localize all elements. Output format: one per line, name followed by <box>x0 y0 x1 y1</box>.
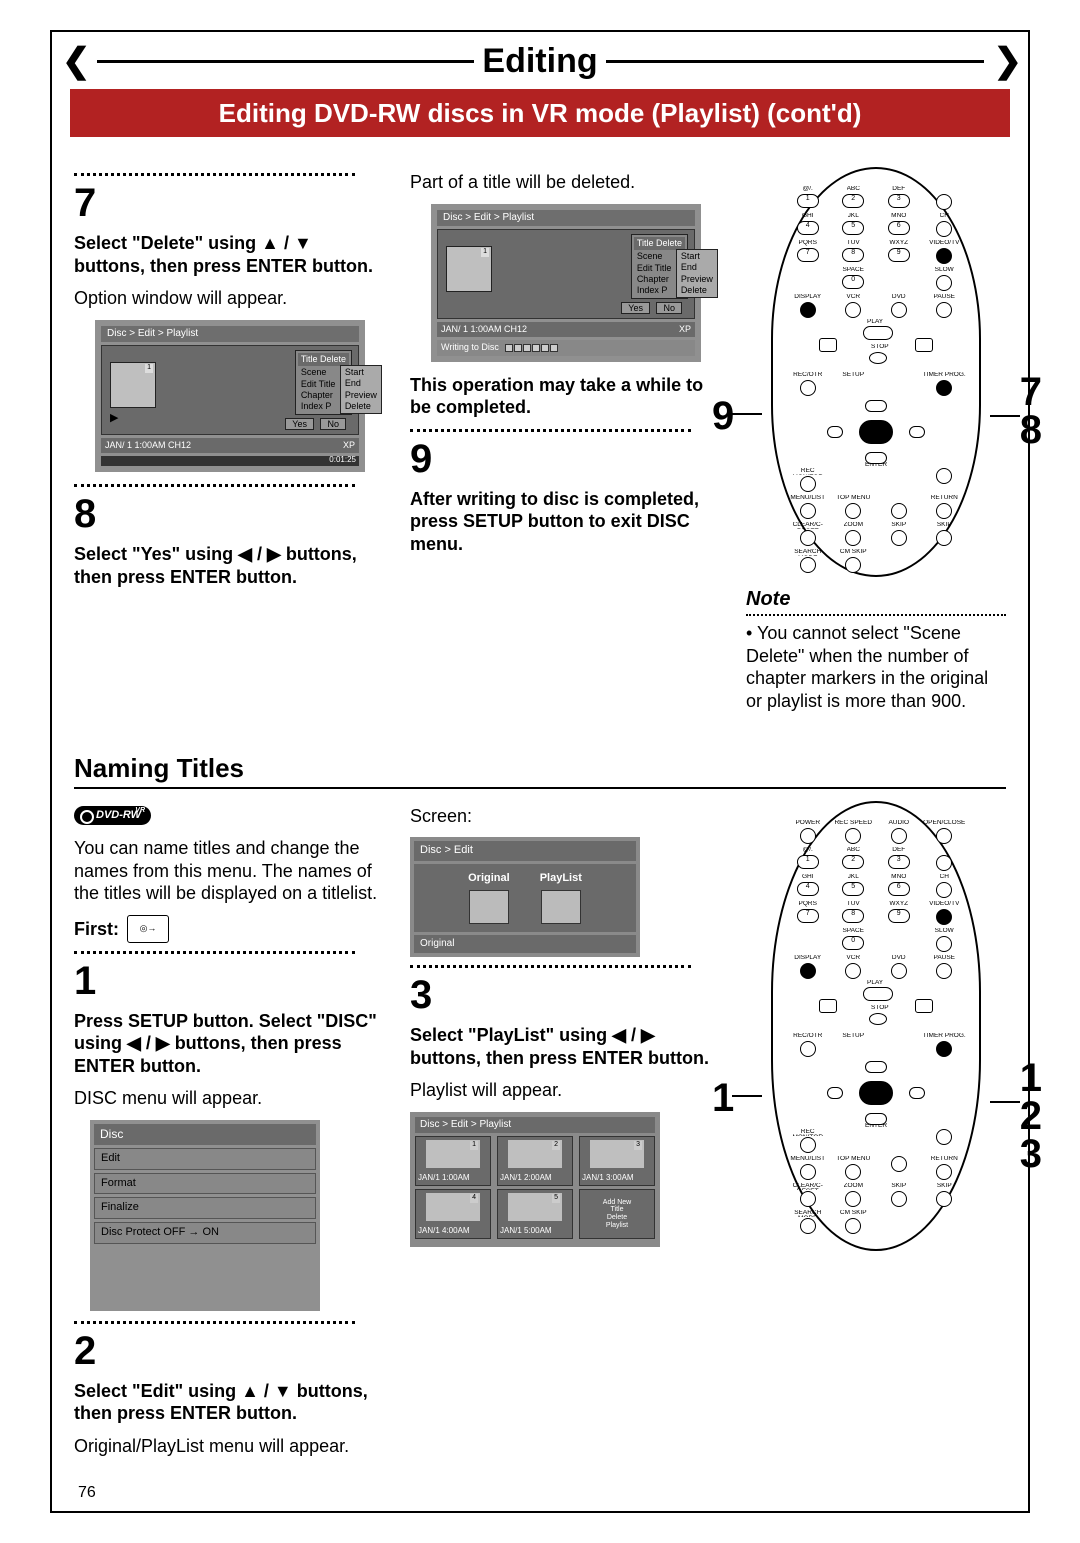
divider <box>74 787 1006 789</box>
callout-9: 9 <box>712 391 734 441</box>
step7-result: Option window will appear. <box>74 287 386 310</box>
dvd-rw-vr-badge: VRDVD-RW <box>74 806 151 826</box>
step2-instruction: Select "Edit" using ▲ / ▼ buttons, then … <box>74 1380 386 1425</box>
naming-intro: You can name titles and change the names… <box>74 837 386 905</box>
divider <box>410 429 691 432</box>
step2-result: Original/PlayList menu will appear. <box>74 1435 386 1458</box>
osd-screenshot-step7: Disc > Edit > Playlist 1 ▶ Title Delete … <box>95 320 365 473</box>
divider <box>746 614 1006 616</box>
first-label: First: <box>74 918 119 941</box>
osd-screenshot-step9: Disc > Edit > Playlist 1 Title Delete Sc… <box>431 204 701 362</box>
callout-1-left: 1 <box>712 1073 734 1123</box>
warning-text: This operation may take a while to be co… <box>410 374 722 419</box>
progress-bar <box>505 344 558 352</box>
callout-123: 1 2 3 <box>1020 1059 1042 1173</box>
step-number-3: 3 <box>410 970 722 1020</box>
chevron-left-ornament: ❮ <box>52 40 97 83</box>
divider <box>74 1321 355 1324</box>
ff-button <box>915 338 933 352</box>
page-number: 76 <box>52 1477 1028 1511</box>
step9-intro: Part of a title will be deleted. <box>410 171 722 194</box>
step7-instruction: Select "Delete" using ▲ / ▼ buttons, the… <box>74 232 386 277</box>
rew-button <box>819 338 837 352</box>
screen-label: Screen: <box>410 805 722 828</box>
divider <box>410 965 691 968</box>
note-heading: Note <box>746 587 1006 612</box>
step-number-9: 9 <box>410 434 722 484</box>
play-icon: ▶ <box>110 412 118 426</box>
section-heading: Naming Titles <box>74 752 1006 785</box>
insert-disc-icon: ◎→ <box>127 915 169 943</box>
rule <box>606 60 984 63</box>
step-number-2: 2 <box>74 1326 386 1376</box>
step3-instruction: Select "PlayList" using ◀ / ▶ buttons, t… <box>410 1024 722 1069</box>
remote-control-diagram: @/.1 ABC2 DEF3 GHI4 JKL5 MNO6 CH PQRS7 T… <box>771 167 981 577</box>
disc-menu-screenshot: Disc Edit Format Finalize Disc Protect O… <box>90 1120 320 1311</box>
step9-instruction: After writing to disc is completed, pres… <box>410 488 722 556</box>
original-playlist-screenshot: Disc > Edit Original PlayList Original <box>410 837 640 957</box>
playlist-grid-screenshot: Disc > Edit > Playlist 1JAN/1 1:00AM 2JA… <box>410 1112 660 1248</box>
navigation-pad <box>821 400 931 464</box>
play-button <box>863 326 893 340</box>
step-number-8: 8 <box>74 489 386 539</box>
step-number-7: 7 <box>74 178 386 228</box>
rule <box>97 60 475 63</box>
no-button: No <box>320 418 346 430</box>
divider <box>74 484 355 487</box>
section-subtitle-bar: Editing DVD-RW discs in VR mode (Playlis… <box>70 89 1010 138</box>
enter-button <box>859 420 893 444</box>
stop-button <box>869 352 887 364</box>
chevron-right-ornament: ❯ <box>984 40 1029 83</box>
callout-7-8: 7 8 <box>1020 373 1042 449</box>
note-text: • You cannot select "Scene Delete" when … <box>746 622 1006 712</box>
step8-instruction: Select "Yes" using ◀ / ▶ buttons, then p… <box>74 543 386 588</box>
remote-control-diagram-2: POWER REC SPEED AUDIO OPEN/CLOSE @/.1 AB… <box>771 801 981 1251</box>
yes-button: Yes <box>285 418 314 430</box>
breadcrumb: Disc > Edit > Playlist <box>101 326 359 343</box>
step-number-1: 1 <box>74 956 386 1006</box>
divider <box>74 951 355 954</box>
page-title: Editing <box>474 40 605 83</box>
step1-instruction: Press SETUP button. Select "DISC" using … <box>74 1010 386 1078</box>
divider <box>74 173 355 176</box>
step3-result: Playlist will appear. <box>410 1079 722 1102</box>
step1-result: DISC menu will appear. <box>74 1087 386 1110</box>
